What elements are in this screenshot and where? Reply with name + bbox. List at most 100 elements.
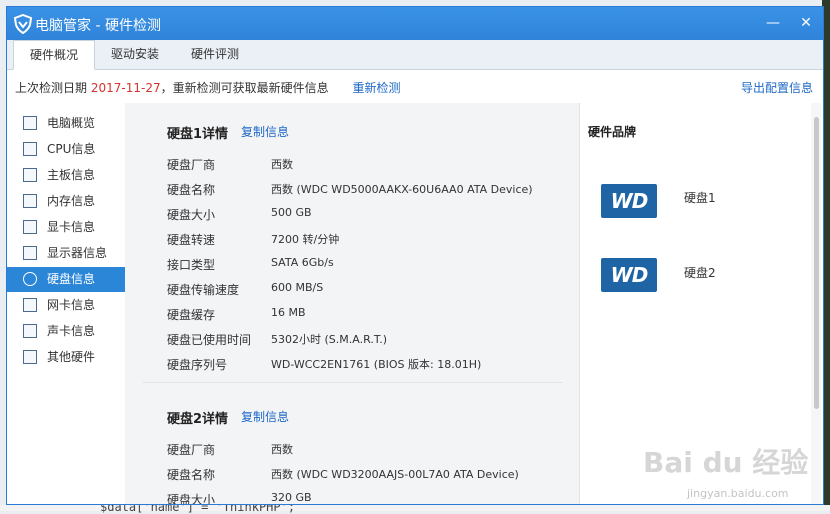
sound-card-icon [23, 324, 37, 338]
field-label: 硬盘厂商 [167, 158, 216, 172]
field-label: 硬盘缓存 [167, 308, 216, 322]
tab-bar: 硬件概况 驱动安装 硬件评测 [7, 40, 823, 70]
sidebar: 电脑概览 CPU信息 主板信息 内存信息 显卡信息 显示器信息 硬盘信息 网卡信… [7, 103, 125, 503]
hardware-check-window: 电脑管家 - 硬件检测 — ✕ 硬件概况 驱动安装 硬件评测 上次检测日期 20… [6, 6, 824, 505]
tab-hardware-overview[interactable]: 硬件概况 [13, 40, 96, 70]
sidebar-item-memory[interactable]: 内存信息 [7, 189, 125, 214]
last-check-date: 2017-11-27 [90, 81, 161, 95]
sidebar-item-label: 硬盘信息 [47, 272, 96, 286]
network-card-icon [23, 298, 37, 312]
tab-driver-install[interactable]: 驱动安装 [95, 40, 175, 69]
shield-logo-icon [13, 14, 33, 34]
field-label: 硬盘已使用时间 [167, 333, 252, 347]
wd-logo: WD [601, 184, 657, 218]
sidebar-item-label: 显卡信息 [47, 220, 96, 234]
disk2-copy-link[interactable]: 复制信息 [241, 408, 289, 425]
sidebar-item-label: 网卡信息 [47, 298, 96, 312]
disk1-row-serial: 硬盘序列号 WD-WCC2EN1761 (BIOS 版本: 18.01H) [167, 356, 567, 381]
sidebar-item-network-card[interactable]: 网卡信息 [7, 293, 125, 318]
field-value: 500 GB [271, 206, 312, 219]
disk1-row-transfer-speed: 硬盘传输速度 600 MB/S [167, 281, 567, 306]
last-check-hint: ，重新检测可获取最新硬件信息 [160, 81, 329, 95]
section-divider [143, 382, 563, 383]
monitor-icon [23, 246, 37, 260]
disk-details-panel: 硬盘1详情 复制信息 硬盘厂商 西数 硬盘名称 西数 (WDC WD5000AAKX… [125, 103, 579, 505]
disk2-row-vendor: 硬盘厂商 西数 [167, 441, 567, 466]
other-hardware-icon [23, 350, 37, 364]
cpu-icon [23, 142, 37, 156]
close-icon[interactable]: ✕ [796, 13, 816, 33]
field-label: 接口类型 [167, 258, 216, 272]
field-label: 硬盘名称 [167, 183, 216, 197]
sidebar-item-cpu[interactable]: CPU信息 [7, 137, 125, 162]
field-value: 西数 [271, 158, 293, 171]
disk1-row-name: 硬盘名称 西数 (WDC WD5000AAKX-60U6AA0 ATA Devic… [167, 181, 567, 206]
motherboard-icon [23, 168, 37, 182]
disk1-copy-link[interactable]: 复制信息 [241, 123, 289, 140]
sidebar-item-label: 电脑概览 [47, 116, 96, 130]
field-value: 7200 转/分钟 [271, 233, 340, 246]
baidu-watermark-url: jingyan.baidu.com [687, 487, 789, 500]
sidebar-item-overview[interactable]: 电脑概览 [7, 111, 125, 136]
field-value: 600 MB/S [271, 281, 324, 294]
hard-disk-icon [23, 272, 37, 286]
export-config-link[interactable]: 导出配置信息 [741, 70, 813, 106]
disk2-row-size: 硬盘大小 320 GB [167, 491, 567, 505]
field-value: 西数 (WDC WD3200AAJS-00L7A0 ATA Device) [271, 468, 519, 481]
baidu-watermark: Bai du 经验 [643, 446, 809, 479]
brand-panel-title: 硬件品牌 [588, 125, 637, 139]
disk1-row-interface: 接口类型 SATA 6Gb/s [167, 256, 567, 281]
field-label: 硬盘厂商 [167, 443, 216, 457]
window-title: 电脑管家 - 硬件检测 [35, 18, 161, 34]
last-check-label: 上次检测日期 [15, 81, 88, 95]
sidebar-item-label: 其他硬件 [47, 350, 96, 364]
field-label: 硬盘大小 [167, 493, 216, 505]
field-value: 西数 (WDC WD5000AAKX-60U6AA0 ATA Device) [271, 183, 533, 196]
sidebar-item-monitor[interactable]: 显示器信息 [7, 241, 125, 266]
brand-logo-column: WD WD [591, 164, 665, 310]
sidebar-item-label: 主板信息 [47, 168, 96, 182]
last-check-info: 上次检测日期 2017-11-27，重新检测可获取最新硬件信息 重新检测 [15, 70, 400, 106]
field-value: WD-WCC2EN1761 (BIOS 版本: 18.01H) [271, 358, 482, 371]
sidebar-item-motherboard[interactable]: 主板信息 [7, 163, 125, 188]
field-label: 硬盘大小 [167, 208, 216, 222]
disk1-row-size: 硬盘大小 500 GB [167, 206, 567, 231]
disk1-row-rpm: 硬盘转速 7200 转/分钟 [167, 231, 567, 256]
field-label: 硬盘转速 [167, 233, 216, 247]
field-label: 硬盘序列号 [167, 358, 228, 372]
info-bar: 上次检测日期 2017-11-27，重新检测可获取最新硬件信息 重新检测 导出配… [7, 70, 823, 100]
sidebar-item-other-hardware[interactable]: 其他硬件 [7, 345, 125, 370]
field-value: 西数 [271, 443, 293, 456]
memory-icon [23, 194, 37, 208]
field-label: 硬盘名称 [167, 468, 216, 482]
sidebar-item-label: 声卡信息 [47, 324, 96, 338]
disk2-title: 硬盘2详情 [167, 412, 229, 427]
recheck-link[interactable]: 重新检测 [352, 81, 400, 95]
sidebar-item-label: 内存信息 [47, 194, 96, 208]
minimize-icon[interactable]: — [763, 13, 783, 33]
disk1-row-cache: 硬盘缓存 16 MB [167, 306, 567, 331]
graphics-card-icon [23, 220, 37, 234]
field-value: 5302小时 (S.M.A.R.T.) [271, 333, 388, 346]
field-value: 16 MB [271, 306, 306, 319]
overview-icon [23, 116, 37, 130]
sidebar-item-label: CPU信息 [47, 142, 96, 156]
disk1-title: 硬盘1详情 [167, 127, 229, 142]
sidebar-item-graphics[interactable]: 显卡信息 [7, 215, 125, 240]
scrollbar-thumb[interactable] [814, 117, 819, 409]
sidebar-item-sound-card[interactable]: 声卡信息 [7, 319, 125, 344]
field-label: 硬盘传输速度 [167, 283, 240, 297]
tab-hardware-benchmark[interactable]: 硬件评测 [175, 40, 255, 69]
vertical-scrollbar[interactable] [811, 103, 821, 504]
sidebar-item-hard-disk[interactable]: 硬盘信息 [7, 267, 125, 292]
field-value: 320 GB [271, 491, 312, 504]
field-value: SATA 6Gb/s [271, 256, 334, 269]
brand-disk1-label: 硬盘1 [684, 191, 716, 205]
disk1-row-vendor: 硬盘厂商 西数 [167, 156, 567, 181]
disk1-row-power-on-time: 硬盘已使用时间 5302小时 (S.M.A.R.T.) [167, 331, 567, 356]
disk2-row-name: 硬盘名称 西数 (WDC WD3200AAJS-00L7A0 ATA Device… [167, 466, 567, 491]
title-bar: 电脑管家 - 硬件检测 — ✕ [7, 7, 823, 40]
wd-logo: WD [601, 258, 657, 292]
brand-disk2-label: 硬盘2 [684, 266, 716, 280]
sidebar-item-label: 显示器信息 [47, 246, 108, 260]
